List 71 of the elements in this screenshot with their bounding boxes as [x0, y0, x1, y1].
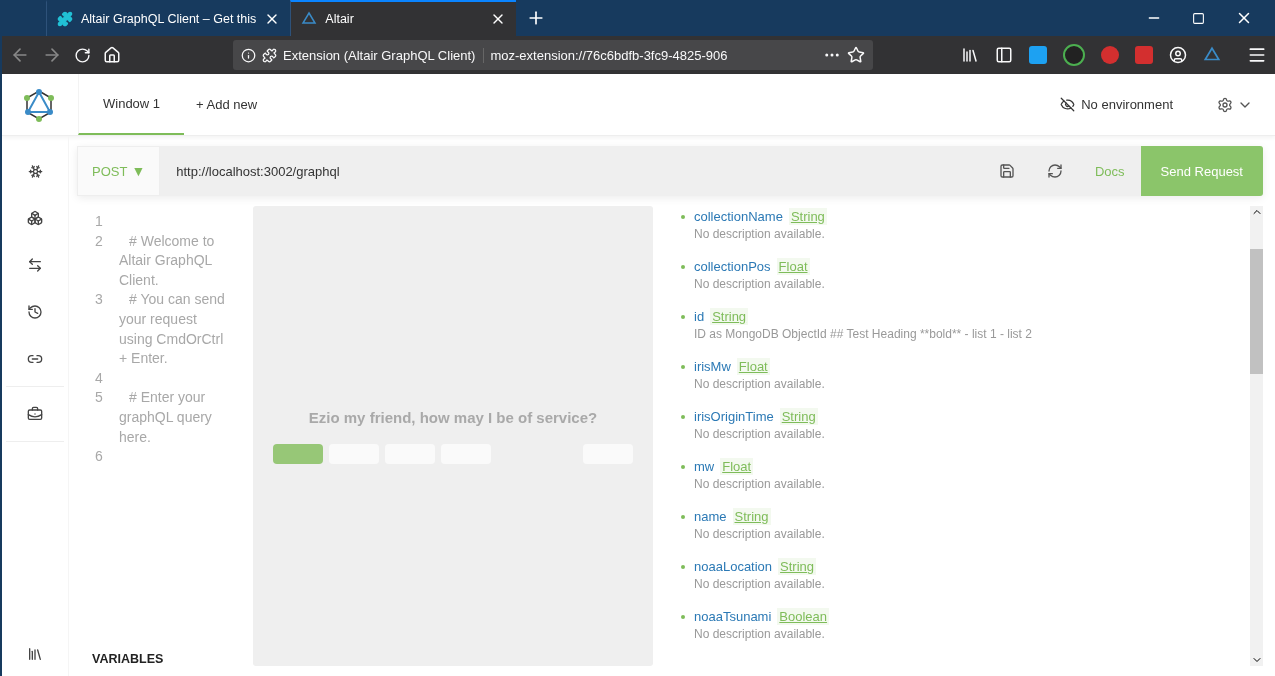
line-number: 2	[95, 231, 104, 251]
address-field[interactable]: Extension (Altair GraphQL Client) moz-extension://76c6bdfb-3fc9-4825-906	[233, 40, 873, 70]
line-number: 6	[95, 447, 104, 467]
tab-title: Altair	[325, 12, 355, 26]
url-text: moz-extension://76c6bdfb-3fc9-4825-906	[490, 47, 729, 63]
variables-title: VARIABLES	[91, 652, 165, 666]
line-number: 1	[95, 212, 104, 231]
bullet-icon	[681, 514, 685, 519]
field-description: No description available.	[693, 377, 826, 391]
code-comment: # Welcome to Altair GraphQL Client.	[119, 231, 216, 290]
library-icon[interactable]	[961, 46, 979, 64]
code-comment: # You can send your request using CmdOrCtrl + Enter.	[119, 290, 226, 369]
field-description: No description available.	[693, 477, 826, 491]
line-number: 5	[95, 388, 104, 408]
bullet-icon	[681, 564, 685, 569]
extension-icon[interactable]	[1063, 44, 1085, 66]
field-name[interactable]: id	[694, 309, 705, 324]
home-icon[interactable]	[103, 46, 121, 64]
field-name[interactable]: mw	[694, 459, 715, 474]
bullet-icon	[681, 214, 685, 219]
greeting-text: Ezio my friend, how may I be of service?	[308, 408, 598, 426]
menu-icon[interactable]	[1247, 45, 1267, 65]
site-identity: Extension (Altair GraphQL Client)	[283, 47, 485, 63]
field-name[interactable]: collectionName	[694, 209, 783, 224]
field-description: No description available.	[693, 427, 826, 441]
reload-icon[interactable]	[74, 46, 91, 64]
line-number: 3	[95, 290, 104, 310]
altair-tab-icon	[301, 11, 318, 27]
field-name[interactable]: noaaTsunami	[694, 609, 772, 624]
history-icon[interactable]	[27, 304, 43, 320]
field-description: No description available.	[693, 527, 826, 541]
tab-title: Altair GraphQL Client – Get this	[81, 12, 257, 26]
eye-off-icon[interactable]	[1060, 97, 1076, 112]
field-description: No description available.	[693, 227, 826, 241]
field-name[interactable]: irisMw	[694, 359, 731, 374]
browser-tab[interactable]: Altair	[290, 0, 517, 36]
boxes-icon[interactable]	[27, 210, 43, 226]
puzzle-icon	[57, 11, 73, 27]
bullet-icon	[681, 414, 685, 419]
field-description: No description available.	[693, 277, 826, 291]
url-field[interactable]: http://localhost:3002/graphql	[160, 163, 983, 179]
field-description: ID as MongoDB ObjectId ## Test Heading **bold** - list 1 - list 2	[693, 327, 1033, 341]
scrollbar[interactable]	[1250, 206, 1263, 666]
line-number: 4	[95, 368, 104, 388]
bullet-icon	[681, 614, 685, 619]
code-comment: # Enter your graphQL query here.	[119, 388, 213, 447]
window-tab[interactable]: Window 1	[78, 74, 185, 135]
arrows-icon[interactable]	[27, 257, 43, 273]
briefcase-icon[interactable]	[27, 406, 43, 422]
field-name[interactable]: collectionPos	[694, 259, 771, 274]
bullet-icon	[681, 264, 685, 269]
field-name[interactable]: irisOriginTime	[694, 409, 774, 424]
maximize-icon[interactable]	[1192, 11, 1205, 25]
star-icon[interactable]	[847, 46, 865, 64]
field-name[interactable]: noaaLocation	[694, 559, 773, 574]
account-icon[interactable]	[1169, 46, 1187, 64]
snowflake-icon[interactable]	[27, 164, 43, 179]
add-window-tab[interactable]: + Add new	[184, 97, 270, 112]
info-icon	[241, 47, 256, 63]
environment-selector[interactable]: No environment	[1081, 97, 1173, 112]
altair-logo	[22, 87, 56, 122]
library-icon[interactable]	[27, 646, 43, 662]
field-name[interactable]: name	[694, 509, 727, 524]
puzzle-icon	[262, 47, 277, 63]
bullet-icon	[681, 364, 685, 369]
sidebar-icon[interactable]	[995, 46, 1013, 64]
extension-icon[interactable]	[1101, 46, 1119, 64]
bullet-icon	[681, 314, 685, 319]
field-description: No description available.	[693, 577, 826, 591]
bullet-icon	[681, 464, 685, 469]
field-description: No description available.	[693, 627, 826, 641]
